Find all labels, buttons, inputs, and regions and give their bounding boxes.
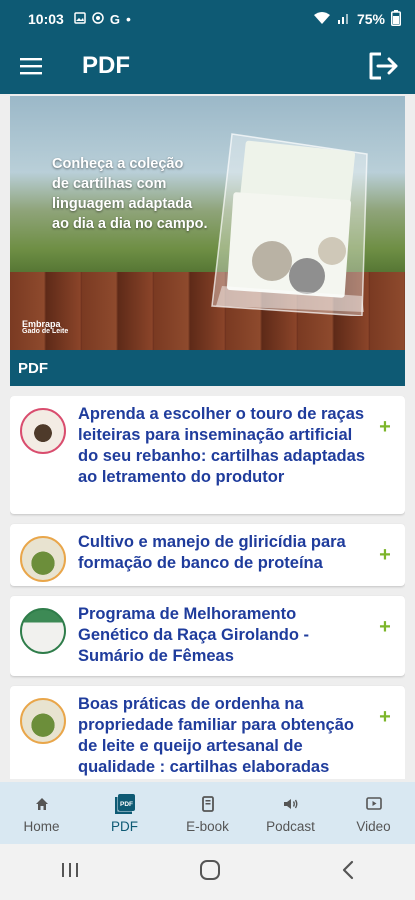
chrome-notification-icon — [92, 11, 104, 27]
logout-icon — [369, 52, 398, 80]
pdf-list[interactable]: Aprenda a escolher o touro de raças leit… — [10, 396, 405, 779]
item-thumbnail — [20, 408, 66, 454]
item-title[interactable]: Programa de Melhoramento Genético da Raç… — [78, 602, 365, 669]
menu-button[interactable] — [0, 38, 64, 94]
item-title[interactable]: Cultivo e manejo de gliricídia para form… — [78, 530, 365, 576]
notification-icons: G • — [74, 11, 131, 27]
item-thumbnail — [20, 608, 66, 654]
nav-label: E-book — [186, 818, 229, 834]
nav-label: Home — [23, 818, 60, 834]
list-item[interactable]: Programa de Melhoramento Genético da Raç… — [10, 596, 405, 676]
logo-top: Embrapa — [22, 319, 61, 329]
home-icon — [35, 793, 49, 815]
list-item[interactable]: Aprenda a escolher o touro de raças leit… — [10, 396, 405, 514]
expand-button[interactable]: + — [365, 544, 405, 567]
logout-button[interactable] — [351, 38, 415, 94]
nav-video[interactable]: Video — [332, 782, 415, 844]
banner-text: Conheça a coleção de cartilhas com lingu… — [52, 154, 208, 234]
video-icon — [365, 793, 382, 815]
recent-apps-icon — [61, 862, 78, 877]
battery-icon — [391, 9, 401, 29]
banner-line: ao dia a dia no campo. — [52, 216, 208, 232]
featured-banner[interactable]: Conheça a coleção de cartilhas com lingu… — [10, 96, 405, 350]
battery-level: 75% — [356, 11, 385, 27]
expand-button[interactable]: + — [365, 616, 405, 639]
list-item[interactable]: Cultivo e manejo de gliricídia para form… — [10, 524, 405, 586]
expand-button[interactable]: + — [365, 416, 405, 439]
pdf-icon: PDF — [114, 793, 136, 815]
banner-line: Conheça a coleção — [52, 156, 184, 172]
nav-pdf[interactable]: PDF PDF — [83, 782, 166, 844]
back-chevron-icon — [343, 860, 354, 879]
system-navigation-bar — [0, 844, 415, 900]
nav-home[interactable]: Home — [0, 782, 83, 844]
google-notification-icon: G — [109, 11, 120, 27]
nav-label: Podcast — [266, 818, 315, 834]
signal-icon — [337, 11, 351, 28]
logo-bottom: Gado de Leite — [22, 328, 69, 335]
home-nav-button[interactable] — [199, 859, 221, 886]
svg-text:PDF: PDF — [120, 801, 133, 808]
banner-line: de cartilhas com — [52, 176, 167, 192]
item-title[interactable]: Aprenda a escolher o touro de raças leit… — [78, 402, 365, 490]
podcast-icon — [283, 793, 299, 815]
more-notifications-dot: • — [125, 11, 131, 27]
nav-label: Video — [356, 818, 391, 834]
image-notification-icon — [74, 11, 86, 27]
status-bar: 10:03 G • 75% — [0, 0, 415, 38]
nav-ebook[interactable]: E-book — [166, 782, 249, 844]
ebook-icon — [201, 793, 214, 815]
expand-button[interactable]: + — [365, 706, 405, 729]
home-circle-icon — [200, 859, 221, 880]
item-thumbnail — [20, 536, 66, 582]
page-title: PDF — [82, 52, 130, 79]
list-item[interactable]: Boas práticas de ordenha na propriedade … — [10, 686, 405, 779]
section-header: PDF — [10, 350, 405, 386]
app-bar: PDF — [0, 38, 415, 94]
wifi-icon — [313, 11, 331, 28]
bottom-navigation: Home PDF PDF E-book Podcast Video — [0, 782, 415, 844]
nav-podcast[interactable]: Podcast — [249, 782, 332, 844]
hamburger-menu-icon — [20, 58, 42, 75]
back-button[interactable] — [341, 860, 355, 885]
item-thumbnail — [20, 698, 66, 744]
system-status: 75% — [313, 9, 401, 29]
embrapa-logo: Embrapa Gado de Leite — [22, 320, 68, 336]
banner-line: linguagem adaptada — [52, 196, 193, 212]
nav-label: PDF — [111, 818, 138, 834]
status-time: 10:03 — [28, 11, 64, 27]
recent-apps-button[interactable] — [60, 861, 80, 884]
booklet-stand-image — [211, 133, 368, 316]
item-title[interactable]: Boas práticas de ordenha na propriedade … — [78, 692, 365, 779]
